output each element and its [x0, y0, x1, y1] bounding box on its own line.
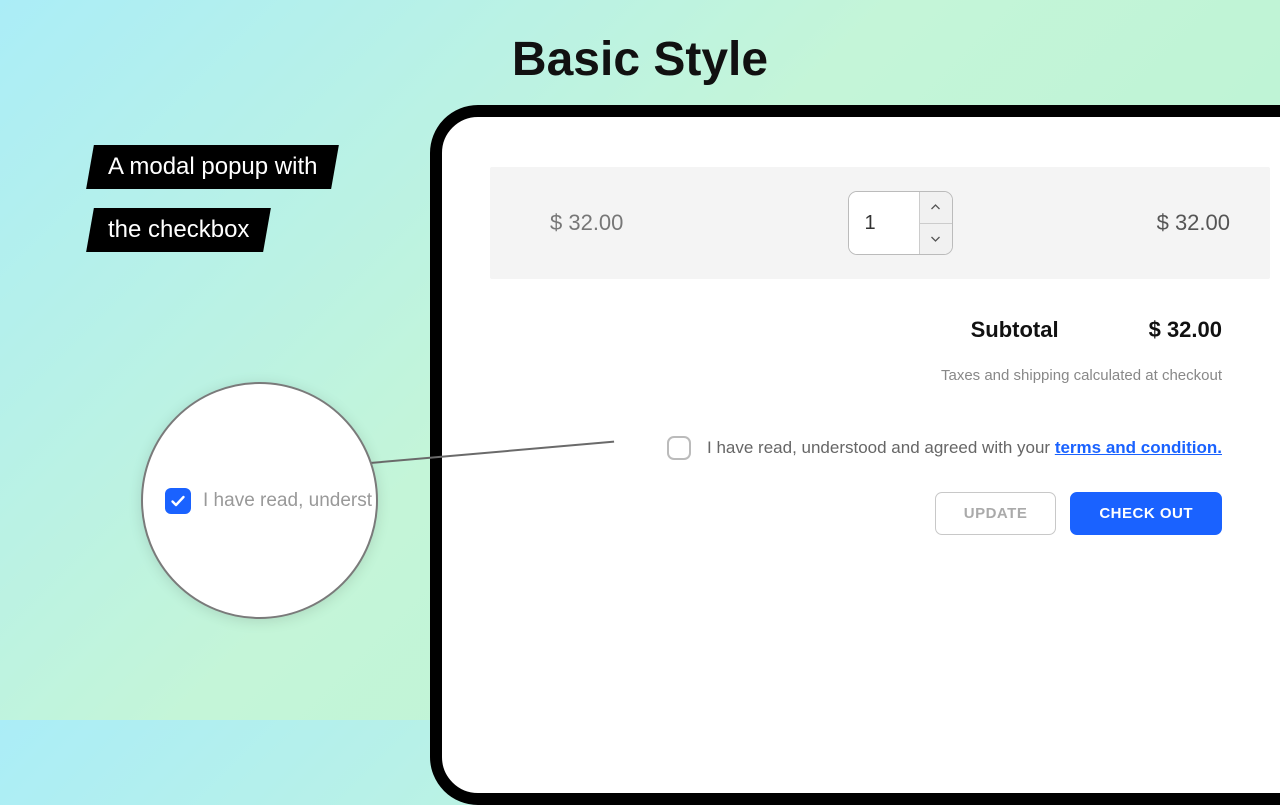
tax-note: Taxes and shipping calculated at checkou…: [490, 367, 1222, 384]
checkout-button[interactable]: CHECK OUT: [1070, 492, 1222, 535]
subtotal-label: Subtotal: [971, 317, 1059, 343]
quantity-input[interactable]: [849, 192, 919, 254]
zoom-text: I have read, underst: [203, 490, 372, 512]
checkmark-icon: [170, 493, 186, 509]
chevron-up-icon: [931, 204, 940, 210]
chevron-down-icon: [931, 236, 940, 242]
zoom-checkbox-checked: [165, 488, 191, 514]
line-total: $ 32.00: [1030, 210, 1230, 236]
callout-tag-2: the checkbox: [90, 208, 267, 252]
cart-line-item: $ 32.00 $ 32.00: [490, 167, 1270, 279]
quantity-down-button[interactable]: [919, 224, 952, 255]
button-row: UPDATE CHECK OUT: [490, 492, 1222, 535]
update-button[interactable]: UPDATE: [935, 492, 1057, 535]
terms-checkbox[interactable]: [667, 436, 691, 460]
quantity-up-button[interactable]: [919, 192, 952, 224]
device-frame: $ 32.00 $ 32.00 Subtotal: [430, 105, 1280, 805]
agree-text-prefix: I have read, understood and agreed with …: [707, 438, 1055, 457]
agree-text: I have read, understood and agreed with …: [707, 438, 1222, 458]
zoom-lens: I have read, underst: [141, 382, 378, 619]
quantity-stepper[interactable]: [848, 191, 953, 255]
callout-tag-1-text: A modal popup with: [108, 153, 317, 181]
agree-row: I have read, understood and agreed with …: [490, 436, 1222, 460]
unit-price: $ 32.00: [550, 210, 770, 236]
terms-link[interactable]: terms and condition.: [1055, 438, 1222, 457]
callout-tag-2-text: the checkbox: [108, 216, 249, 244]
callout-tag-1: A modal popup with: [90, 145, 335, 189]
device-content: $ 32.00 $ 32.00 Subtotal: [442, 117, 1280, 535]
subtotal-value: $ 32.00: [1149, 317, 1222, 343]
subtotal-row: Subtotal $ 32.00: [490, 317, 1222, 343]
page-title: Basic Style: [0, 32, 1280, 87]
